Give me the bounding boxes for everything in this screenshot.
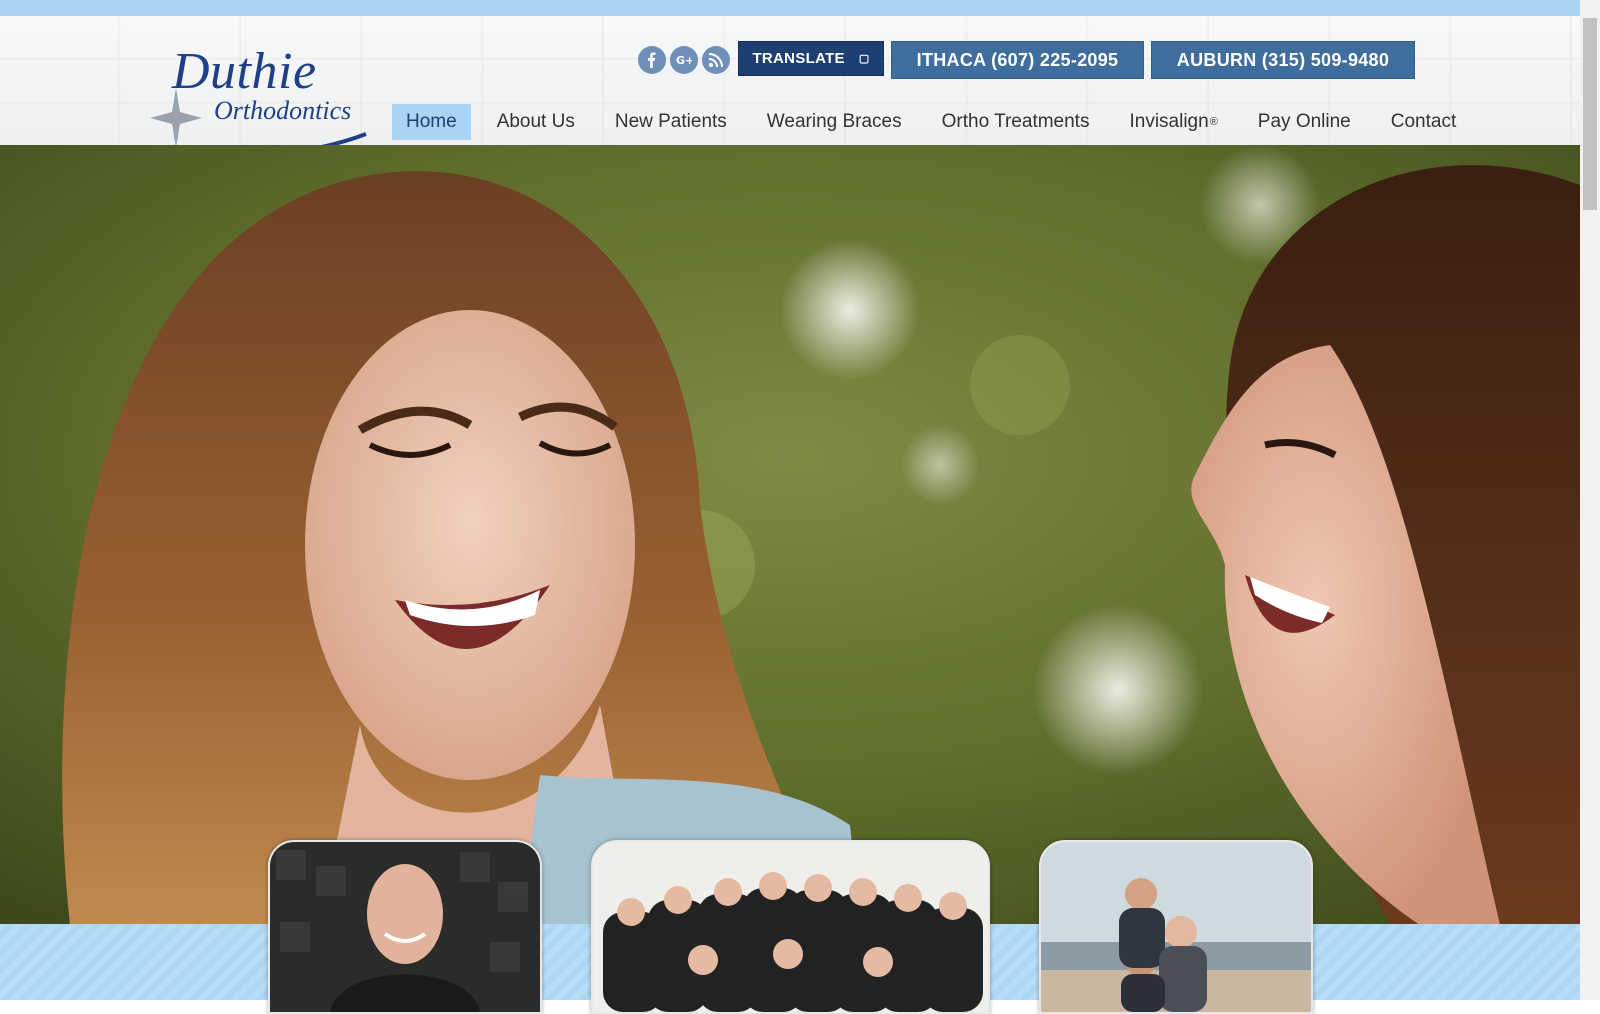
nav-new-patients[interactable]: New Patients bbox=[601, 104, 741, 140]
top-accent-strip bbox=[0, 0, 1580, 16]
team-photo-card[interactable] bbox=[591, 840, 990, 1014]
phone-auburn-label: AUBURN (315) 509-9480 bbox=[1176, 49, 1390, 70]
nav-wearing-braces[interactable]: Wearing Braces bbox=[753, 104, 916, 140]
team-photo bbox=[593, 842, 988, 1012]
nav-pay-online[interactable]: Pay Online bbox=[1244, 104, 1365, 140]
rss-icon[interactable] bbox=[702, 46, 730, 74]
phone-ithaca-button[interactable]: ITHACA (607) 225-2095 bbox=[891, 41, 1144, 79]
translate-label: TRANSLATE bbox=[752, 50, 845, 67]
nav-about-us[interactable]: About Us bbox=[483, 104, 589, 140]
nav-invisalign[interactable]: Invisalign ® bbox=[1115, 104, 1231, 140]
site-header: Duthie Orthodontics G+ TRANSLATE ▢ ITHAC… bbox=[0, 16, 1580, 156]
logo[interactable]: Duthie Orthodontics bbox=[150, 43, 368, 156]
main-navigation: Home About Us New Patients Wearing Brace… bbox=[392, 104, 1482, 140]
hero-photo bbox=[0, 145, 1580, 925]
phone-auburn-button[interactable]: AUBURN (315) 509-9480 bbox=[1151, 41, 1415, 79]
dropdown-icon: ▢ bbox=[858, 53, 870, 65]
google-plus-icon[interactable]: G+ bbox=[670, 46, 698, 74]
scrollbar-thumb[interactable] bbox=[1583, 18, 1597, 210]
nav-home[interactable]: Home bbox=[392, 104, 471, 140]
doctor-photo bbox=[270, 842, 540, 1012]
svg-text:G+: G+ bbox=[676, 54, 692, 67]
nav-ortho-treatments[interactable]: Ortho Treatments bbox=[928, 104, 1104, 140]
brand-name: Duthie bbox=[172, 43, 317, 100]
phone-ithaca-label: ITHACA (607) 225-2095 bbox=[916, 49, 1119, 70]
doctor-photo-card[interactable] bbox=[268, 840, 542, 1014]
patients-photo-card[interactable] bbox=[1039, 840, 1313, 1014]
facebook-icon[interactable] bbox=[638, 46, 666, 74]
patients-photo bbox=[1041, 842, 1311, 1012]
brand-subtitle: Orthodontics bbox=[214, 96, 352, 125]
nav-contact[interactable]: Contact bbox=[1377, 104, 1470, 140]
translate-button[interactable]: TRANSLATE ▢ bbox=[738, 41, 884, 76]
